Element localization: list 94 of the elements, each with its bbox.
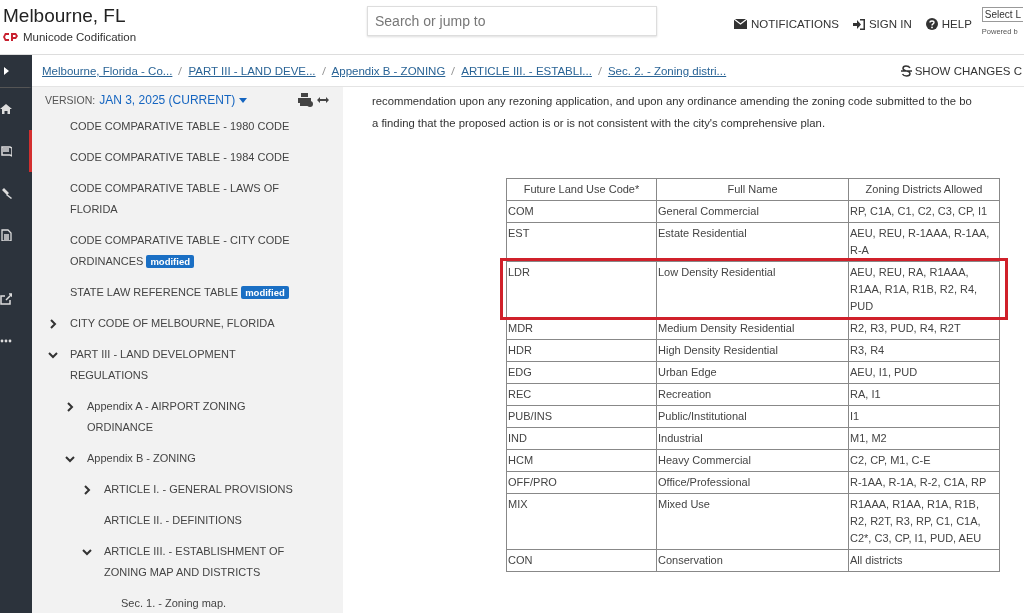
separator-icon <box>321 66 326 75</box>
tree-item[interactable]: ARTICLE III. - ESTABLISHMENT OF ZONING MAP AND DISTRICTS <box>104 536 313 588</box>
resize-icon[interactable] <box>317 96 329 104</box>
language-select[interactable]: Select L <box>981 7 1023 22</box>
table-cell: Estate Residential <box>656 222 849 262</box>
gavel-icon <box>0 187 12 199</box>
separator-icon <box>597 66 602 75</box>
strikethrough-icon <box>900 64 912 77</box>
table-cell: AEU, REU, RA, R1AAA, R1AA, R1A, R1B, R2, R4, PUD <box>848 261 1000 318</box>
sign-in-icon <box>852 18 865 30</box>
table-cell: IND <box>506 427 657 450</box>
table-cell: Public/Institutional <box>656 405 849 428</box>
modified-badge: modified <box>146 255 194 268</box>
table-cell: Office/Professional <box>656 471 849 494</box>
table-cell: Heavy Commercial <box>656 449 849 472</box>
search-field[interactable]: Search or jump to <box>367 6 657 36</box>
table-cell: All districts <box>848 549 1000 572</box>
table-cell: RP, C1A, C1, C2, C3, CP, I1 <box>848 200 1000 223</box>
breadcrumb-link[interactable]: Melbourne, Florida - Co... <box>42 64 173 77</box>
tree-item[interactable]: CODE COMPARATIVE TABLE - 1980 CODE <box>70 111 290 142</box>
tree-item[interactable]: Appendix A - AIRPORT ZONING ORDINANCE <box>87 391 313 443</box>
tree-item[interactable]: CODE COMPARATIVE TABLE - LAWS OF FLORIDA <box>70 173 313 225</box>
table-cell: M1, M2 <box>848 427 1000 450</box>
paragraph-text: recommendation upon any rezoning application, and upon any ordinance amending the zoning code submitted to the bo <box>372 94 973 109</box>
show-changes-toggle[interactable]: SHOW CHANGES C <box>900 64 1022 77</box>
brand-name: Municode Codification <box>23 31 137 43</box>
table-cell: Recreation <box>656 383 849 406</box>
table-cell: EST <box>506 222 657 262</box>
nav-link[interactable]: HELP <box>925 18 972 30</box>
print-icon[interactable] <box>298 93 313 107</box>
version-label: VERSION: <box>45 94 96 106</box>
table-cell: CON <box>506 549 657 572</box>
chevron-right-icon[interactable] <box>48 319 58 329</box>
breadcrumb-link[interactable]: ARTICLE III. - ESTABLI... <box>461 64 592 77</box>
table-cell: REC <box>506 383 657 406</box>
tree-item[interactable]: CODE COMPARATIVE TABLE - CITY CODE ORDINANCES modified <box>70 225 313 277</box>
mail-icon <box>734 19 747 29</box>
table-cell: HDR <box>506 339 657 362</box>
column-header: Future Land Use Code* <box>506 178 657 201</box>
table-cell: Low Density Residential <box>656 261 849 318</box>
chevron-down-icon[interactable] <box>82 547 92 557</box>
table-cell: HCM <box>506 449 657 472</box>
chevron-right-icon[interactable] <box>82 485 92 495</box>
table-cell: COM <box>506 200 657 223</box>
table-cell: I1 <box>848 405 1000 428</box>
table-cell: Medium Density Residential <box>656 317 849 340</box>
help-icon <box>925 18 938 30</box>
table-cell: PUB/INS <box>506 405 657 428</box>
logo-icon <box>3 32 19 42</box>
breadcrumb-link[interactable]: PART III - LAND DEVE... <box>188 64 316 77</box>
separator-icon <box>178 66 183 75</box>
tree-item[interactable]: Appendix B - ZONING <box>87 443 196 474</box>
chevron-right-icon[interactable] <box>65 402 75 412</box>
table-cell: AEU, I1, PUD <box>848 361 1000 384</box>
site-title: Melbourne, FL <box>3 4 127 28</box>
separator-icon <box>451 66 456 75</box>
table-cell: R3, R4 <box>848 339 1000 362</box>
home-icon <box>0 103 12 115</box>
breadcrumb-link[interactable]: Sec. 2. - Zoning distri... <box>607 64 727 77</box>
tree-item[interactable]: PART III - LAND DEVELOPMENT REGULATIONS <box>70 339 313 391</box>
caret-icon <box>239 97 248 103</box>
table-cell: C2, CP, M1, C-E <box>848 449 1000 472</box>
table-cell: R1AAA, R1AA, R1A, R1B, R2, R2T, R3, RP, C1, C1A, C2*, C3, CP, I1, PUD, AEU <box>848 493 1000 550</box>
table-cell: High Density Residential <box>656 339 849 362</box>
external-link-icon <box>0 293 12 305</box>
modified-badge: modified <box>241 286 289 299</box>
table-cell: MDR <box>506 317 657 340</box>
version-dropdown[interactable]: JAN 3, 2025 (CURRENT) <box>99 93 248 107</box>
table-cell: Conservation <box>656 549 849 572</box>
nav-link[interactable]: SIGN IN <box>852 18 912 30</box>
table-cell: AEU, REU, R-1AAA, R-1AA, R-A <box>848 222 1000 262</box>
chevron-down-icon[interactable] <box>48 350 58 360</box>
table-cell: MIX <box>506 493 657 550</box>
table-cell: R-1AA, R-1A, R-2, C1A, RP <box>848 471 1000 494</box>
table-cell: R2, R3, PUD, R4, R2T <box>848 317 1000 340</box>
tree-item[interactable]: Sec. 1. - Zoning map. <box>121 588 227 613</box>
table-cell: Urban Edge <box>656 361 849 384</box>
paragraph-text: a finding that the proposed action is or is not consistent with the city's comprehensive plan. <box>372 116 827 131</box>
tree-item[interactable]: CODE COMPARATIVE TABLE - 1984 CODE <box>70 142 290 173</box>
table-cell: General Commercial <box>656 200 849 223</box>
nav-link[interactable]: NOTIFICATIONS <box>734 18 839 30</box>
table-cell: OFF/PRO <box>506 471 657 494</box>
table-cell: Industrial <box>656 427 849 450</box>
column-header: Full Name <box>656 178 849 201</box>
tree-item[interactable]: ARTICLE II. - DEFINITIONS <box>104 505 242 536</box>
table-cell: EDG <box>506 361 657 384</box>
tree-item[interactable]: CITY CODE OF MELBOURNE, FLORIDA <box>70 308 275 339</box>
tree-item[interactable]: STATE LAW REFERENCE TABLE modified <box>70 277 289 308</box>
tree-item[interactable]: ARTICLE I. - GENERAL PROVISIONS <box>104 474 293 505</box>
breadcrumb-link[interactable]: Appendix B - ZONING <box>331 64 446 77</box>
chevron-down-icon[interactable] <box>65 454 75 464</box>
column-header: Zoning Districts Allowed <box>848 178 1000 201</box>
table-cell: RA, I1 <box>848 383 1000 406</box>
table-cell: Mixed Use <box>656 493 849 550</box>
